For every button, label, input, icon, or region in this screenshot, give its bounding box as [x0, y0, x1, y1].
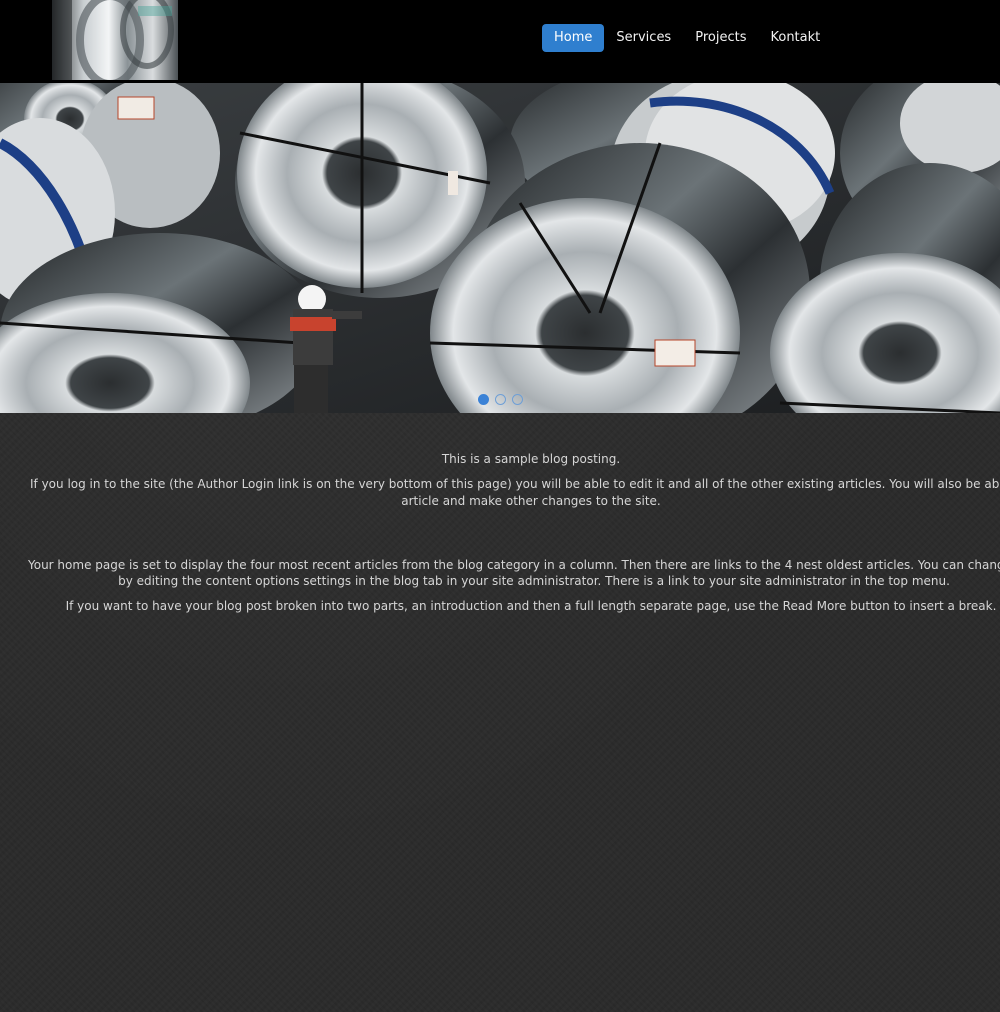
paragraph-line: by editing the content options settings … [118, 574, 950, 588]
nav-item-projects[interactable]: Projects [683, 24, 758, 52]
steel-coils-hero-image [0, 83, 1000, 413]
site-header: Home Services Projects Kontakt [0, 0, 1000, 83]
article-paragraph-homepage: Your home page is set to display the fou… [28, 557, 1000, 588]
paragraph-line: article and make other changes to the si… [401, 494, 661, 508]
nav-item-home[interactable]: Home [542, 24, 605, 52]
site-logo[interactable] [52, 0, 178, 80]
main-nav: Home Services Projects Kontakt [542, 24, 832, 52]
nav-item-kontakt[interactable]: Kontakt [758, 24, 832, 52]
paragraph-line: If you log in to the site (the Author Lo… [30, 477, 1000, 491]
slider-pagination [478, 394, 523, 405]
slider-dot-2[interactable] [495, 394, 506, 405]
article-paragraph-readmore: If you want to have your blog post broke… [65, 599, 997, 613]
nav-item-services[interactable]: Services [604, 24, 683, 52]
hero-slider [0, 83, 1000, 413]
page: Home Services Projects Kontakt This is a… [0, 0, 1000, 1012]
steel-coil-logo-image [52, 0, 178, 80]
article-paragraph-login: If you log in to the site (the Author Lo… [30, 476, 1000, 508]
slider-dot-1[interactable] [478, 394, 489, 405]
paragraph-line: Your home page is set to display the fou… [28, 558, 1000, 572]
article-intro: This is a sample blog posting. [441, 452, 621, 466]
slider-dot-3[interactable] [512, 394, 523, 405]
